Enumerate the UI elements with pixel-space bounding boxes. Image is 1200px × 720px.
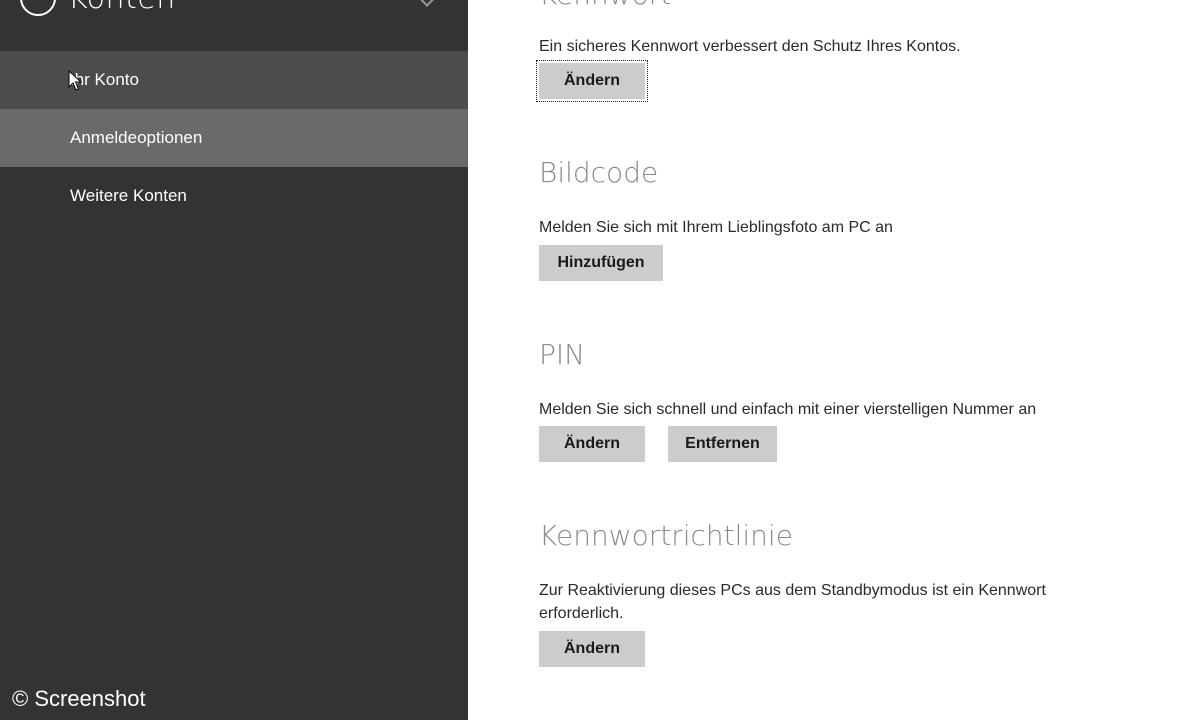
sidebar: Konten Ihr Konto Anmeldeoptionen Weitere… [0, 0, 468, 720]
sidebar-title: Konten [68, 0, 176, 16]
mouse-cursor-icon [68, 70, 82, 91]
section-title-pin: PIN [539, 338, 586, 371]
kennwort-change-button[interactable]: Ändern [536, 60, 648, 102]
section-desc-kennwortrichtlinie: Zur Reaktivierung dieses PCs aus dem Sta… [539, 582, 1046, 622]
section-desc-bildcode: Melden Sie sich mit Ihrem Lieblingsfoto … [539, 219, 893, 236]
settings-window: Konten Ihr Konto Anmeldeoptionen Weitere… [0, 0, 1200, 720]
section-desc-kennwort: Ein sicheres Kennwort verbessert den Sch… [539, 38, 961, 55]
sidebar-item-label: Weitere Konten [70, 186, 187, 205]
section-title-kennwortrichtlinie: Kennwortrichtlinie [539, 519, 793, 552]
kennwortrichtlinie-change-button[interactable]: Ändern [539, 631, 645, 667]
pin-remove-button[interactable]: Entfernen [668, 426, 777, 462]
chevron-down-icon[interactable] [417, 0, 437, 7]
back-arrow-icon[interactable] [20, 0, 56, 16]
sidebar-item-label: Anmeldeoptionen [70, 128, 203, 147]
section-desc-pin: Melden Sie sich schnell und einfach mit … [539, 401, 1037, 418]
watermark: © Screenshot [12, 686, 146, 711]
pin-change-button[interactable]: Ändern [539, 426, 645, 462]
bildcode-add-button[interactable]: Hinzufügen [539, 245, 663, 281]
sidebar-item-anmeldeoptionen[interactable]: Anmeldeoptionen [0, 109, 468, 167]
section-title-bildcode: Bildcode [539, 156, 659, 189]
sidebar-header: Konten [20, 0, 176, 18]
main-content: Kennwort Ein sicheres Kennwort verbesser… [468, 0, 1200, 720]
sidebar-item-weitere-konten[interactable]: Weitere Konten [0, 167, 468, 225]
section-title-kennwort: Kennwort [539, 0, 671, 11]
